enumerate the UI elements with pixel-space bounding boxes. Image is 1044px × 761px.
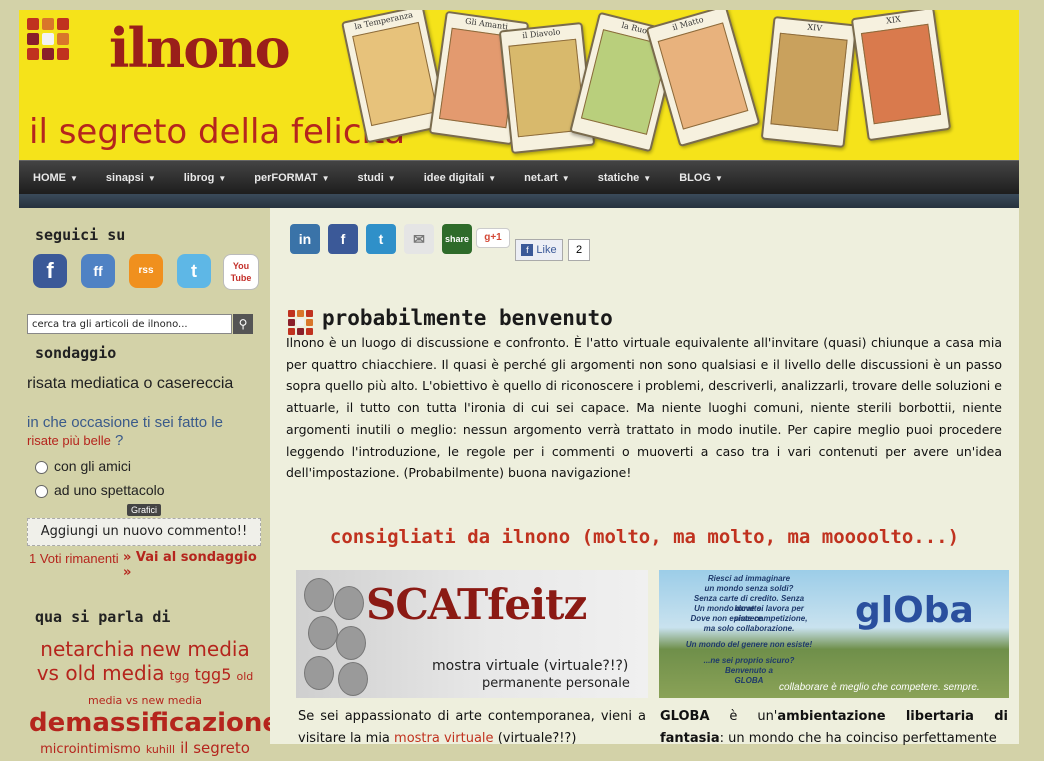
chevron-down-icon: ▼ — [70, 174, 78, 183]
sidebar: seguici su f ff rss t You Tube cerca tra… — [19, 208, 280, 757]
email-icon[interactable]: ✉ — [404, 224, 434, 254]
banner-subtitle: mostra virtuale (virtuale?!?) — [432, 658, 629, 674]
nav-item-statiche[interactable]: statiche ▼ — [584, 161, 666, 195]
facebook-small-icon: f — [521, 244, 534, 256]
logo-icon — [27, 18, 69, 60]
banner-text: ma solo collaborazione. — [703, 624, 795, 633]
scatfeitz-description: Se sei appassionato di arte contemporane… — [298, 709, 646, 746]
globa-logo: glOba — [855, 590, 974, 631]
tag-link[interactable]: kuhill — [146, 743, 175, 756]
globa-banner[interactable]: Riesci ad immaginare un mondo senza sold… — [659, 570, 1009, 698]
banner-text: Riesci ad immaginare — [707, 574, 791, 583]
tarot-card: XIX — [850, 10, 952, 142]
banner-text: Dove non esiste competizione, — [690, 614, 808, 623]
search-input[interactable]: cerca tra gli articoli de ilnono... — [27, 314, 232, 334]
rss-icon[interactable]: rss — [129, 254, 163, 288]
radio-icon[interactable] — [35, 460, 48, 474]
site-logo-text[interactable]: ilnono — [109, 16, 291, 80]
chevron-down-icon: ▼ — [488, 174, 497, 183]
linkedin-icon[interactable]: in — [290, 224, 320, 254]
intro-text: Ilnono è un luogo di discussione e confr… — [286, 335, 1002, 481]
tarot-card: XIV — [760, 15, 858, 149]
facebook-icon[interactable]: f — [33, 254, 67, 288]
tag-link[interactable]: netarchia — [40, 637, 134, 661]
nav-item-studi[interactable]: studi ▼ — [344, 161, 410, 195]
tag-cloud: netarchia new media vs old media tgg tgg… — [29, 637, 280, 761]
nav-item-blog[interactable]: BLOG ▼ — [665, 161, 737, 195]
twitter-share-icon[interactable]: t — [366, 224, 396, 254]
chevron-down-icon: ▼ — [387, 174, 396, 183]
poll-option[interactable]: ad uno spettacolo — [35, 482, 165, 498]
banner-title: SCATfeitz — [366, 580, 587, 629]
tarot-card: il Matto — [645, 10, 761, 148]
page: ilnono il segreto della felicità la Temp… — [19, 10, 1019, 757]
banner-footer: collaborare è meglio che competere. semp… — [779, 682, 980, 693]
youtube-icon[interactable]: You Tube — [223, 254, 259, 290]
facebook-like-button[interactable]: f Like — [515, 239, 563, 261]
nav-item-sinapsi[interactable]: sinapsi ▼ — [92, 161, 170, 195]
nav-item-idee-digitali[interactable]: idee digitali ▼ — [410, 161, 510, 195]
tag-link[interactable]: tgg5 — [195, 665, 232, 684]
facebook-share-icon[interactable]: f — [328, 224, 358, 254]
faces-illustration — [300, 576, 370, 696]
chevron-down-icon: ▼ — [643, 174, 652, 183]
main-content: in f t ✉ share g+1 f Like 2 probabilmente… — [270, 208, 1019, 746]
chevron-down-icon: ▼ — [218, 174, 227, 183]
twitter-icon[interactable]: t — [177, 254, 211, 288]
banner-subtitle: permanente personale — [482, 676, 630, 691]
nav-item-net-art[interactable]: net.art ▼ — [510, 161, 584, 195]
nav-item-librog[interactable]: librog ▼ — [170, 161, 240, 195]
banner-text: Un mondo del genere non esiste! — [685, 640, 813, 649]
share-icon[interactable]: share — [442, 224, 472, 254]
site-header: ilnono il segreto della felicità la Temp… — [19, 10, 1019, 160]
globa-description: GLOBA è un'ambientazione libertaria di f… — [660, 709, 1008, 746]
recommended-heading: consigliati da ilnono (molto, ma molto, … — [329, 526, 960, 548]
main-nav: HOME ▼ sinapsi ▼ librog ▼ perFORMAT ▼ studi ▼… — [19, 160, 1019, 195]
scatfeitz-banner[interactable]: SCATfeitz mostra virtuale (virtuale?!?) … — [296, 570, 648, 698]
banner-text: un mondo senza soldi? — [704, 584, 794, 593]
tags-heading: qua si parla di — [35, 608, 171, 626]
tag-link[interactable]: tgg — [170, 669, 190, 683]
chevron-down-icon: ▼ — [561, 174, 570, 183]
chevron-down-icon: ▼ — [714, 174, 723, 183]
poll-title: risata mediatica o casereccia — [27, 375, 234, 392]
nav-item-performat[interactable]: perFORMAT ▼ — [240, 161, 343, 195]
search-icon[interactable]: ⚲ — [233, 314, 253, 334]
poll-question: in che occasione ti sei fatto le risate … — [27, 414, 223, 449]
chevron-down-icon: ▼ — [147, 174, 156, 183]
google-plus-icon[interactable]: g+1 — [476, 228, 510, 248]
chevron-down-icon: ▼ — [321, 174, 330, 183]
add-comment-button[interactable]: Aggiungi un nuovo commento!! — [27, 518, 261, 546]
nav-divider — [19, 194, 1019, 208]
tarot-cards-illustration: la Temperanza Gli Amanti il Diavolo la R… — [319, 10, 1019, 160]
friendfeed-icon[interactable]: ff — [81, 254, 115, 288]
like-count: 2 — [568, 239, 590, 261]
tag-link[interactable]: demassificazione — [29, 708, 280, 738]
banner-text: ...ne sei proprio sicuro? — [703, 656, 795, 665]
poll-option[interactable]: con gli amici — [35, 458, 131, 474]
follow-heading: seguici su — [35, 226, 126, 244]
radio-icon[interactable] — [35, 484, 48, 498]
nav-item-home[interactable]: HOME ▼ — [19, 161, 92, 195]
banner-text: Benvenuto a — [724, 666, 773, 675]
goto-poll-link[interactable]: » Vai al sondaggio » — [123, 550, 269, 580]
poll-question-link[interactable]: risate più belle — [27, 433, 111, 448]
tag-link[interactable]: microintimismo — [40, 742, 141, 757]
page-title: probabilmente benvenuto — [322, 306, 613, 330]
graphs-button[interactable]: Grafici — [127, 504, 162, 516]
polls-heading: sondaggio — [35, 344, 117, 362]
tag-link[interactable]: il segreto — [180, 739, 250, 757]
